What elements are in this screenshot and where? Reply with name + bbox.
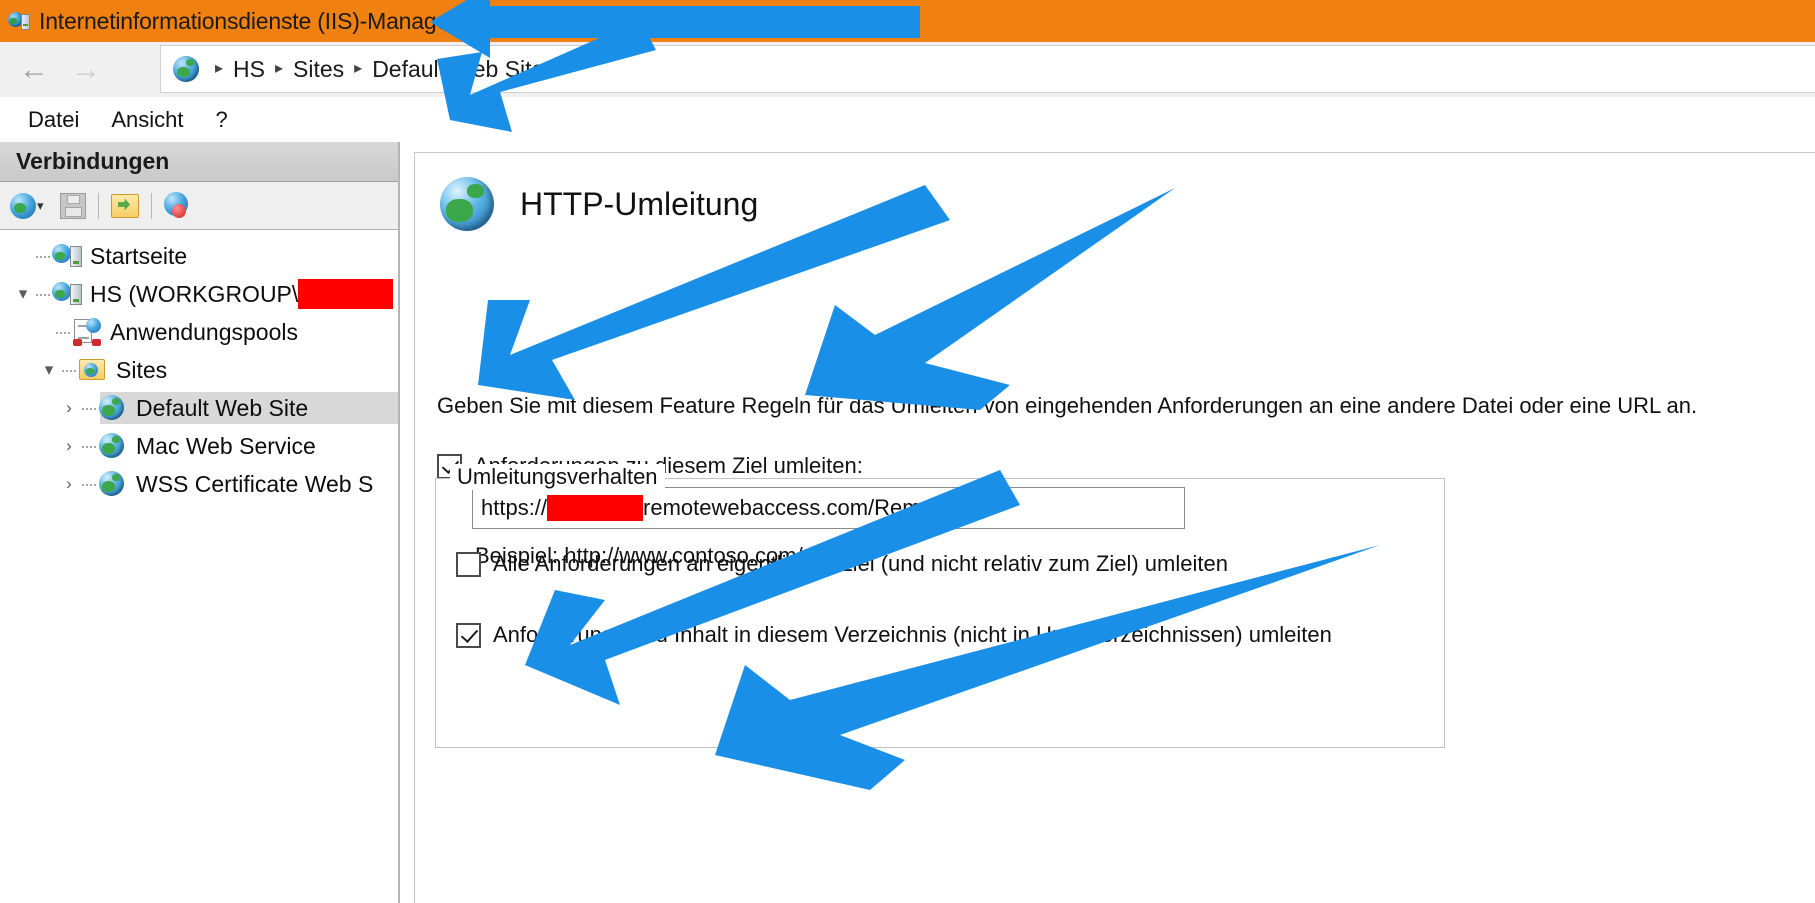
application-pools-icon [72, 318, 102, 346]
feature-description: Geben Sie mit diesem Feature Regeln für … [437, 393, 1697, 419]
connect-to-icon[interactable]: ▾ [10, 191, 52, 221]
absolute-destination-checkbox[interactable] [456, 552, 481, 577]
connections-panel: Verbindungen ▾ Startseite ▾ [0, 142, 400, 903]
menu-bar: Datei Ansicht ? [0, 97, 1815, 143]
website-icon [98, 394, 128, 422]
chevron-right-icon[interactable]: › [56, 395, 82, 421]
chevron-right-icon: ▸ [354, 61, 362, 77]
breadcrumb-item-hs[interactable]: HS [233, 56, 265, 83]
tree-item-sites[interactable]: ▾ Sites [0, 351, 398, 389]
tree-item-label: Startseite [90, 243, 187, 270]
address-bar: ← → ▸ HS ▸ Sites ▸ Default Web Site ▸ [0, 42, 1815, 98]
tree-item-hs[interactable]: ▾ HS (WORKGROUP\ [0, 275, 398, 313]
redirect-behavior-legend: Umleitungsverhalten [450, 464, 665, 490]
menu-item-help[interactable]: ? [200, 97, 244, 142]
tree-item-label: Default Web Site [136, 395, 308, 422]
server-icon [52, 242, 82, 270]
window-title: Internetinformationsdienste (IIS)-Manage… [39, 8, 457, 35]
page-title: HTTP-Umleitung [520, 186, 758, 223]
arrow-left-icon[interactable]: ← [8, 50, 60, 90]
tree-item-default-web-site[interactable]: › Default Web Site [0, 389, 398, 427]
tree-item-startseite[interactable]: Startseite [0, 237, 398, 275]
feature-pane: HTTP-Umleitung Geben Sie mit diesem Feat… [400, 142, 1815, 903]
tree-item-mac-web-service[interactable]: › Mac Web Service [0, 427, 398, 465]
chevron-right-icon[interactable]: › [56, 433, 82, 459]
save-icon[interactable] [60, 193, 86, 219]
menu-item-datei[interactable]: Datei [12, 97, 95, 142]
tree-item-anwendungspools[interactable]: Anwendungspools [0, 313, 398, 351]
tree-item-label: HS (WORKGROUP\ [90, 281, 298, 308]
connections-panel-header: Verbindungen [0, 142, 398, 182]
breadcrumb: ▸ HS ▸ Sites ▸ Default Web Site ▸ [160, 45, 1815, 93]
exact-destination-label: Anforderungen zu Inhalt in diesem Verzei… [493, 622, 1332, 648]
website-icon [98, 470, 128, 498]
iis-manager-window: Internetinformationsdienste (IIS)-Manage… [0, 0, 1815, 903]
title-bar: Internetinformationsdienste (IIS)-Manage… [0, 0, 1815, 42]
nav-buttons: ← → [8, 48, 120, 92]
tree-item-wss-certificate-web-service[interactable]: › WSS Certificate Web S [0, 465, 398, 503]
redaction-block [298, 279, 393, 309]
absolute-destination-checkbox-row[interactable]: Alle Anforderungen an eigentliches Ziel … [456, 551, 1228, 577]
toolbar-divider [151, 193, 152, 219]
connections-toolbar: ▾ [0, 182, 398, 230]
disconnect-icon[interactable] [164, 192, 192, 220]
tree-item-label: Sites [116, 357, 167, 384]
website-icon [98, 432, 128, 460]
exact-destination-checkbox-row[interactable]: Anforderungen zu Inhalt in diesem Verzei… [456, 622, 1332, 648]
globe-icon [173, 56, 199, 82]
folder-sites-icon [78, 356, 108, 384]
chevron-down-icon[interactable]: ▾ [36, 357, 62, 383]
absolute-destination-label: Alle Anforderungen an eigentliches Ziel … [493, 551, 1228, 577]
exact-destination-checkbox[interactable] [456, 623, 481, 648]
menu-item-ansicht[interactable]: Ansicht [95, 97, 199, 142]
arrow-right-icon[interactable]: → [60, 50, 112, 90]
tree-item-label: Mac Web Service [136, 433, 316, 460]
server-icon [52, 280, 82, 308]
open-folder-icon[interactable] [111, 194, 139, 218]
chevron-right-icon[interactable]: › [56, 471, 82, 497]
feature-pane-inner: HTTP-Umleitung Geben Sie mit diesem Feat… [414, 152, 1815, 903]
chevron-right-icon: ▸ [215, 61, 223, 77]
tree-item-label: WSS Certificate Web S [136, 471, 373, 498]
breadcrumb-item-sites[interactable]: Sites [293, 56, 344, 83]
iis-server-icon [8, 10, 30, 32]
chevron-right-icon: ▸ [275, 61, 283, 77]
http-redirect-globe-icon [440, 177, 494, 231]
redirect-behavior-group: Umleitungsverhalten Alle Anforderungen a… [435, 478, 1445, 748]
chevron-right-icon: ▸ [554, 61, 562, 77]
breadcrumb-item-default-web-site[interactable]: Default Web Site [372, 56, 544, 83]
connections-title: Verbindungen [16, 148, 169, 175]
chevron-down-icon[interactable]: ▾ [10, 281, 36, 307]
connections-tree: Startseite ▾ HS (WORKGROUP\ Anwendungspo… [0, 231, 398, 503]
tree-item-label: Anwendungspools [110, 319, 298, 346]
feature-header: HTTP-Umleitung [440, 177, 758, 231]
toolbar-divider [98, 193, 99, 219]
